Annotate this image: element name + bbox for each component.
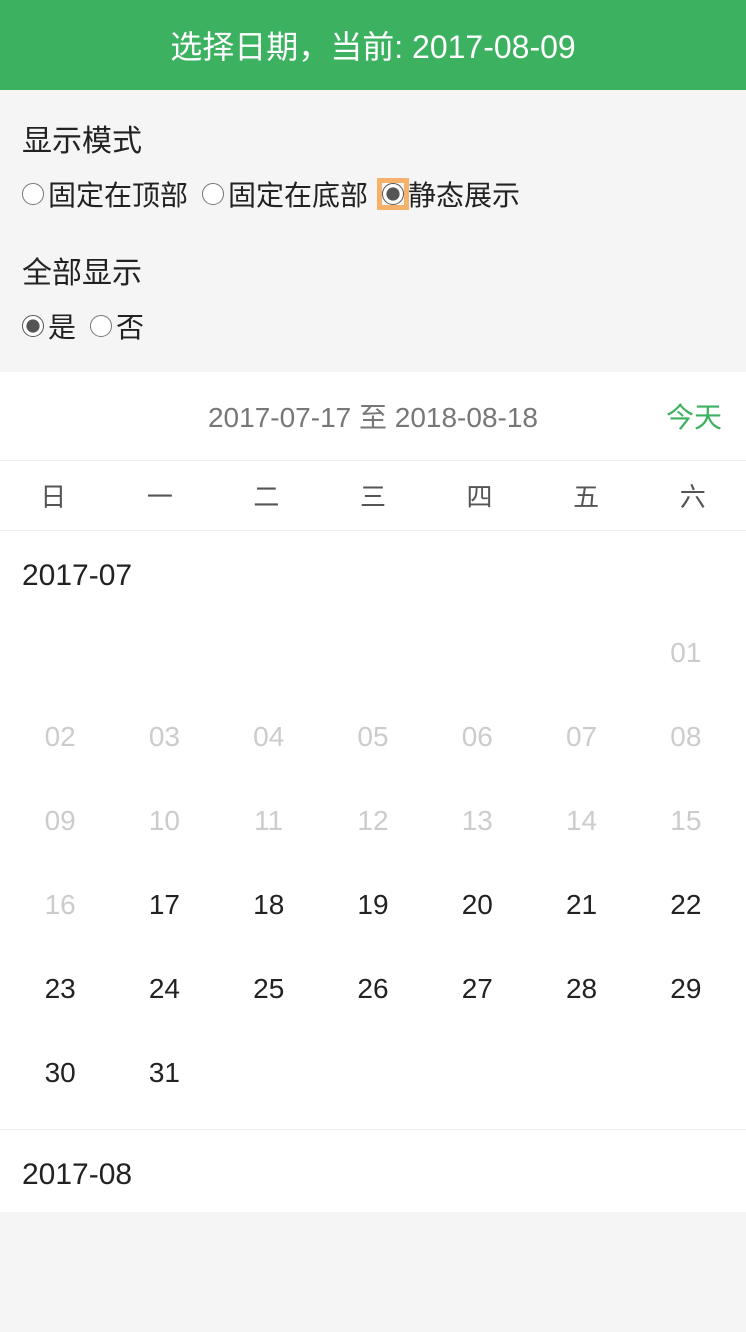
- days-grid: 01 02030405060708 09101112131415 1617181920…: [0, 613, 746, 1129]
- day-cell: 13: [425, 805, 529, 841]
- display-mode-group: 显示模式 固定在顶部固定在底部静态展示: [22, 116, 724, 214]
- show-all-title: 全部显示: [22, 248, 724, 292]
- header-title: 选择日期，当前: 2017-08-09: [170, 29, 575, 65]
- day-cell: 02: [8, 721, 112, 757]
- day-cell: 16: [8, 889, 112, 925]
- display-mode-options: 固定在顶部固定在底部静态展示: [22, 174, 724, 214]
- day-cell-empty: [217, 637, 321, 673]
- day-cell: 11: [217, 805, 321, 841]
- weekday-cell: 四: [426, 461, 533, 530]
- settings-panel: 显示模式 固定在顶部固定在底部静态展示 全部显示 是否: [0, 90, 746, 372]
- day-cell[interactable]: 30: [8, 1057, 112, 1093]
- show-all-option[interactable]: 是: [22, 306, 76, 346]
- day-cell[interactable]: 31: [112, 1057, 216, 1093]
- day-cell: 04: [217, 721, 321, 757]
- show-all-option-label: 是: [48, 306, 76, 346]
- day-cell: 15: [634, 805, 738, 841]
- day-cell: 12: [321, 805, 425, 841]
- months-container: 2017-07010203040506070809101112131415161…: [0, 531, 746, 1212]
- display-mode-option-label: 固定在底部: [228, 174, 368, 214]
- day-cell[interactable]: 28: [529, 973, 633, 1009]
- weekday-cell: 三: [320, 461, 427, 530]
- day-cell[interactable]: 17: [112, 889, 216, 925]
- day-cell[interactable]: 20: [425, 889, 529, 925]
- show-all-group: 全部显示 是否: [22, 248, 724, 346]
- day-cell[interactable]: 19: [321, 889, 425, 925]
- display-mode-radio[interactable]: [202, 183, 224, 205]
- day-cell-empty: [321, 637, 425, 673]
- weekday-cell: 日: [0, 461, 107, 530]
- day-cell: 14: [529, 805, 633, 841]
- day-cell-empty: [112, 637, 216, 673]
- today-button[interactable]: 今天: [666, 396, 722, 436]
- day-cell: 03: [112, 721, 216, 757]
- day-cell[interactable]: 25: [217, 973, 321, 1009]
- calendar-range-bar: 2017-07-17 至 2018-08-18 今天: [0, 372, 746, 461]
- display-mode-option[interactable]: 固定在顶部: [22, 174, 188, 214]
- weekday-header: 日一二三四五六: [0, 461, 746, 531]
- day-cell[interactable]: 18: [217, 889, 321, 925]
- display-mode-radio[interactable]: [22, 183, 44, 205]
- day-cell: 10: [112, 805, 216, 841]
- display-mode-option-label: 固定在顶部: [48, 174, 188, 214]
- day-cell: 01: [634, 637, 738, 673]
- weekday-cell: 一: [107, 461, 214, 530]
- day-cell: 08: [634, 721, 738, 757]
- show-all-radio[interactable]: [90, 315, 112, 337]
- day-cell[interactable]: 26: [321, 973, 425, 1009]
- day-cell-empty: [425, 637, 529, 673]
- month-section: 2017-08: [0, 1130, 746, 1212]
- month-label: 2017-07: [0, 531, 746, 613]
- weekday-cell: 五: [533, 461, 640, 530]
- day-cell[interactable]: 27: [425, 973, 529, 1009]
- display-mode-option[interactable]: 固定在底部: [202, 174, 368, 214]
- display-mode-option[interactable]: 静态展示: [382, 174, 520, 214]
- day-cell[interactable]: 29: [634, 973, 738, 1009]
- day-cell-empty: [529, 637, 633, 673]
- calendar-range-text: 2017-07-17 至 2018-08-18: [208, 396, 538, 436]
- day-cell[interactable]: 21: [529, 889, 633, 925]
- day-cell[interactable]: 22: [634, 889, 738, 925]
- day-cell: 09: [8, 805, 112, 841]
- show-all-option-label: 否: [116, 306, 144, 346]
- day-cell-empty: [8, 637, 112, 673]
- display-mode-radio[interactable]: [382, 183, 404, 205]
- day-cell[interactable]: 24: [112, 973, 216, 1009]
- weekday-cell: 六: [639, 461, 746, 530]
- month-label: 2017-08: [0, 1130, 746, 1212]
- day-cell: 06: [425, 721, 529, 757]
- display-mode-title: 显示模式: [22, 116, 724, 160]
- day-cell: 07: [529, 721, 633, 757]
- display-mode-option-label: 静态展示: [408, 174, 520, 214]
- show-all-option[interactable]: 否: [90, 306, 144, 346]
- day-cell[interactable]: 23: [8, 973, 112, 1009]
- day-cell: 05: [321, 721, 425, 757]
- show-all-radio[interactable]: [22, 315, 44, 337]
- show-all-options: 是否: [22, 306, 724, 346]
- header-bar: 选择日期，当前: 2017-08-09: [0, 0, 746, 90]
- weekday-cell: 二: [213, 461, 320, 530]
- month-section: 2017-07010203040506070809101112131415161…: [0, 531, 746, 1130]
